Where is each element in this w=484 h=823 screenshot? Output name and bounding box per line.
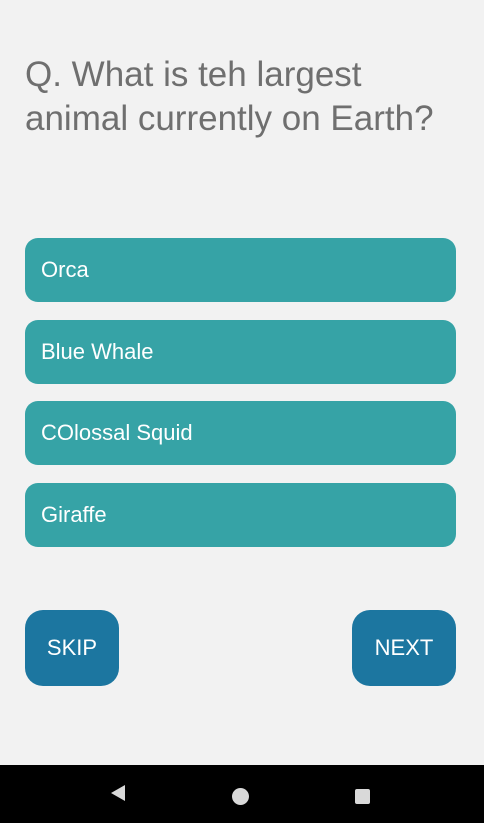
- next-button[interactable]: NEXT: [352, 610, 456, 686]
- android-navigation-bar: [0, 765, 484, 823]
- answer-options: Orca Blue Whale COlossal Squid Giraffe: [25, 238, 456, 564]
- back-icon[interactable]: [111, 785, 125, 801]
- home-icon[interactable]: [232, 788, 249, 805]
- recents-icon[interactable]: [355, 789, 370, 804]
- quiz-screen: Q. What is teh largest animal currently …: [0, 0, 484, 765]
- skip-button[interactable]: SKIP: [25, 610, 119, 686]
- answer-option-giraffe[interactable]: Giraffe: [25, 482, 456, 547]
- answer-option-blue-whale[interactable]: Blue Whale: [25, 319, 456, 384]
- answer-option-colossal-squid[interactable]: COlossal Squid: [25, 401, 456, 465]
- answer-option-orca[interactable]: Orca: [25, 238, 456, 302]
- question-text: Q. What is teh largest animal currently …: [25, 55, 434, 138]
